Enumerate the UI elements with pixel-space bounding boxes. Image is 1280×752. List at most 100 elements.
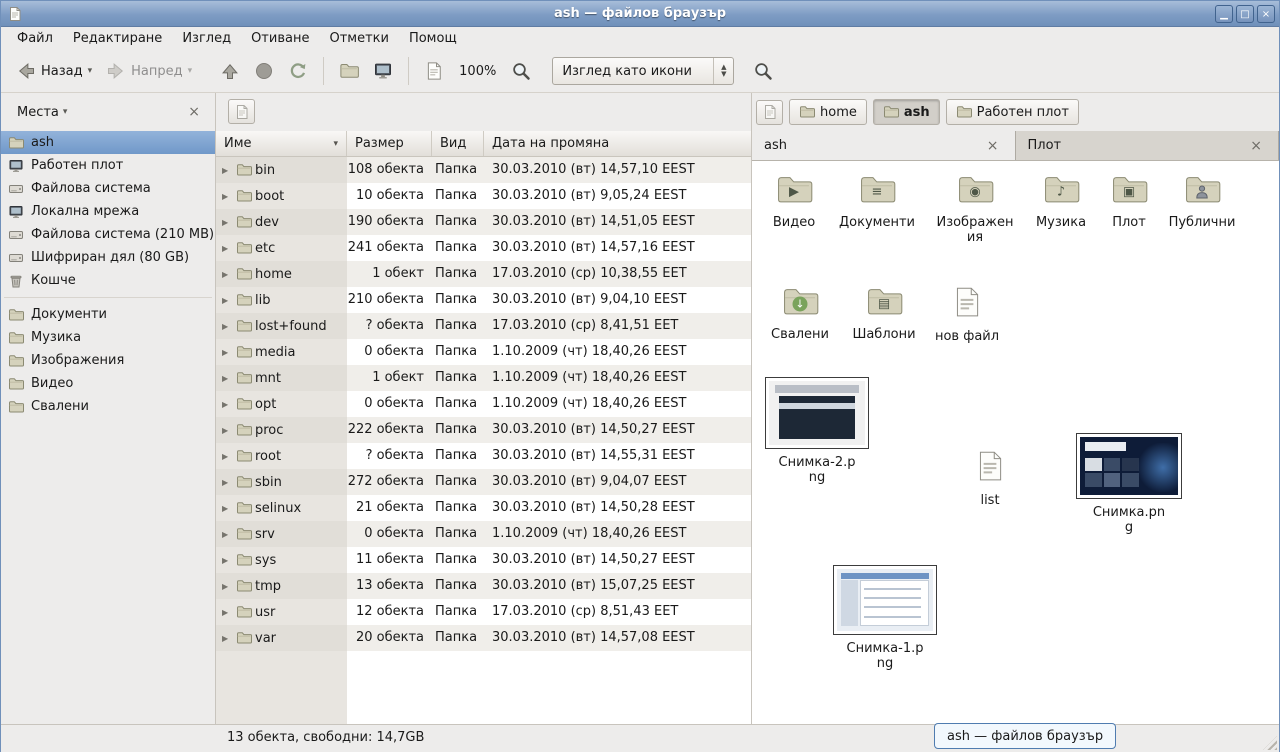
view-mode-select[interactable]: Изглед като икони ▲▼ bbox=[552, 57, 734, 85]
icon-item-documents[interactable]: ≡ Документи bbox=[835, 171, 919, 230]
expander-icon[interactable]: ▶ bbox=[222, 244, 233, 253]
expander-icon[interactable]: ▶ bbox=[222, 270, 233, 279]
icon-item-downloads[interactable]: ↓ Свалени bbox=[758, 283, 842, 342]
row-name-cell[interactable]: ▶srv bbox=[216, 521, 347, 547]
row-name-cell[interactable]: ▶var bbox=[216, 625, 347, 651]
icon-view[interactable]: ▶ Видео ≡ Документи ◉ Изображ bbox=[752, 161, 1279, 724]
table-row[interactable]: ▶sbin272 обектаПапка30.03.2010 (вт) 9,04… bbox=[216, 469, 751, 495]
column-header-type[interactable]: Вид bbox=[432, 131, 484, 156]
zoom-out-button[interactable] bbox=[417, 57, 451, 85]
row-name-cell[interactable]: ▶lost+found bbox=[216, 313, 347, 339]
table-row[interactable]: ▶tmp13 обектаПапка30.03.2010 (вт) 15,07,… bbox=[216, 573, 751, 599]
menu-help[interactable]: Помощ bbox=[399, 29, 467, 48]
row-name-cell[interactable]: ▶media bbox=[216, 339, 347, 365]
sidebar-item-downloads[interactable]: Свалени bbox=[1, 395, 215, 418]
table-row[interactable]: ▶dev190 обектаПапка30.03.2010 (вт) 14,51… bbox=[216, 209, 751, 235]
pane-toggle-button[interactable] bbox=[228, 99, 255, 124]
expander-icon[interactable]: ▶ bbox=[222, 400, 233, 409]
table-row[interactable]: ▶root? обектаПапка30.03.2010 (вт) 14,55,… bbox=[216, 443, 751, 469]
row-name-cell[interactable]: ▶lib bbox=[216, 287, 347, 313]
zoom-in-button[interactable] bbox=[504, 57, 538, 85]
expander-icon[interactable]: ▶ bbox=[222, 218, 233, 227]
row-name-cell[interactable]: ▶root bbox=[216, 443, 347, 469]
row-name-cell[interactable]: ▶opt bbox=[216, 391, 347, 417]
forward-dropdown-icon[interactable]: ▾ bbox=[188, 66, 193, 76]
view-mode-spinner-icon[interactable]: ▲▼ bbox=[713, 58, 733, 84]
sidebar-title-selector[interactable]: Места ▾ bbox=[11, 102, 73, 123]
row-name-cell[interactable]: ▶boot bbox=[216, 183, 347, 209]
table-row[interactable]: ▶sys11 обектаПапка30.03.2010 (вт) 14,50,… bbox=[216, 547, 751, 573]
titlebar[interactable]: ash — файлов браузър ▁ □ × bbox=[1, 1, 1279, 27]
table-row[interactable]: ▶proc222 обектаПапка30.03.2010 (вт) 14,5… bbox=[216, 417, 751, 443]
tab-close-icon[interactable]: × bbox=[983, 138, 1003, 154]
table-row[interactable]: ▶bin108 обектаПапка30.03.2010 (вт) 14,57… bbox=[216, 157, 751, 183]
menu-edit[interactable]: Редактиране bbox=[63, 29, 172, 48]
expander-icon[interactable]: ▶ bbox=[222, 478, 233, 487]
table-row[interactable]: ▶boot10 обектаПапка30.03.2010 (вт) 9,05,… bbox=[216, 183, 751, 209]
sidebar-item-pictures[interactable]: Изображения bbox=[1, 349, 215, 372]
row-name-cell[interactable]: ▶mnt bbox=[216, 365, 347, 391]
table-row[interactable]: ▶lib210 обектаПапка30.03.2010 (вт) 9,04,… bbox=[216, 287, 751, 313]
expander-icon[interactable]: ▶ bbox=[222, 582, 233, 591]
menu-go[interactable]: Отиване bbox=[241, 29, 319, 48]
icon-item-desktop[interactable]: ▣ Плот bbox=[1087, 171, 1171, 230]
row-name-cell[interactable]: ▶proc bbox=[216, 417, 347, 443]
expander-icon[interactable]: ▶ bbox=[222, 634, 233, 643]
expander-icon[interactable]: ▶ bbox=[222, 374, 233, 383]
expander-icon[interactable]: ▶ bbox=[222, 452, 233, 461]
resize-grip[interactable] bbox=[1263, 736, 1277, 750]
table-row[interactable]: ▶usr12 обектаПапка17.03.2010 (ср) 8,51,4… bbox=[216, 599, 751, 625]
path-button-desktop[interactable]: Работен плот bbox=[946, 99, 1079, 125]
row-name-cell[interactable]: ▶selinux bbox=[216, 495, 347, 521]
table-row[interactable]: ▶opt0 обектаПапка1.10.2009 (чт) 18,40,26… bbox=[216, 391, 751, 417]
column-header-name[interactable]: Име ▾ bbox=[216, 131, 347, 156]
column-header-date[interactable]: Дата на промяна bbox=[484, 131, 751, 156]
expander-icon[interactable]: ▶ bbox=[222, 192, 233, 201]
expander-icon[interactable]: ▶ bbox=[222, 608, 233, 617]
expander-icon[interactable]: ▶ bbox=[222, 296, 233, 305]
icon-item-snimka[interactable]: Снимка.png bbox=[1075, 433, 1183, 535]
sidebar-item-music[interactable]: Музика bbox=[1, 326, 215, 349]
row-name-cell[interactable]: ▶sys bbox=[216, 547, 347, 573]
back-button[interactable]: Назад ▾ bbox=[9, 57, 99, 85]
table-row[interactable]: ▶lost+found? обектаПапка17.03.2010 (ср) … bbox=[216, 313, 751, 339]
sidebar-item-ash[interactable]: ash bbox=[1, 131, 215, 154]
expander-icon[interactable]: ▶ bbox=[222, 504, 233, 513]
icon-item-snimka1[interactable]: Снимка-1.png bbox=[831, 565, 939, 671]
icon-item-pictures[interactable]: ◉ Изображения bbox=[933, 171, 1017, 245]
location-toggle-button[interactable] bbox=[756, 100, 783, 125]
expander-icon[interactable]: ▶ bbox=[222, 556, 233, 565]
icon-item-public[interactable]: Публични bbox=[1160, 171, 1244, 230]
computer-button[interactable] bbox=[366, 57, 400, 85]
expander-icon[interactable]: ▶ bbox=[222, 348, 233, 357]
menu-file[interactable]: Файл bbox=[7, 29, 63, 48]
row-name-cell[interactable]: ▶sbin bbox=[216, 469, 347, 495]
back-dropdown-icon[interactable]: ▾ bbox=[88, 66, 93, 76]
icon-item-templates[interactable]: ▤ Шаблони bbox=[842, 283, 926, 342]
sidebar-item-filesystem[interactable]: Файлова система bbox=[1, 177, 215, 200]
row-name-cell[interactable]: ▶usr bbox=[216, 599, 347, 625]
expander-icon[interactable]: ▶ bbox=[222, 166, 233, 175]
row-name-cell[interactable]: ▶bin bbox=[216, 157, 347, 183]
tab-close-icon[interactable]: × bbox=[1246, 138, 1266, 154]
sidebar-item-trash[interactable]: Кошче bbox=[1, 269, 215, 292]
minimize-button[interactable]: ▁ bbox=[1215, 5, 1233, 23]
expander-icon[interactable]: ▶ bbox=[222, 322, 233, 331]
up-button[interactable] bbox=[213, 57, 247, 85]
reload-button[interactable] bbox=[281, 57, 315, 85]
expander-icon[interactable]: ▶ bbox=[222, 426, 233, 435]
icon-item-new-file[interactable]: нов файл bbox=[925, 281, 1009, 344]
table-row[interactable]: ▶etc241 обектаПапка30.03.2010 (вт) 14,57… bbox=[216, 235, 751, 261]
sidebar-item-video[interactable]: Видео bbox=[1, 372, 215, 395]
sidebar-close-button[interactable]: × bbox=[183, 102, 205, 122]
sidebar-item-filesystem-210mb[interactable]: Файлова система (210 MB) bbox=[1, 223, 215, 246]
row-name-cell[interactable]: ▶etc bbox=[216, 235, 347, 261]
tab-ash[interactable]: ash × bbox=[752, 131, 1016, 160]
column-header-size[interactable]: Размер bbox=[347, 131, 432, 156]
sidebar-item-network[interactable]: Локална мрежа bbox=[1, 200, 215, 223]
stop-button[interactable] bbox=[247, 57, 281, 85]
sidebar-item-documents[interactable]: Документи bbox=[1, 303, 215, 326]
table-row[interactable]: ▶home1 обектПапка17.03.2010 (ср) 10,38,5… bbox=[216, 261, 751, 287]
tab-desktop[interactable]: Плот × bbox=[1016, 131, 1280, 160]
expander-icon[interactable]: ▶ bbox=[222, 530, 233, 539]
